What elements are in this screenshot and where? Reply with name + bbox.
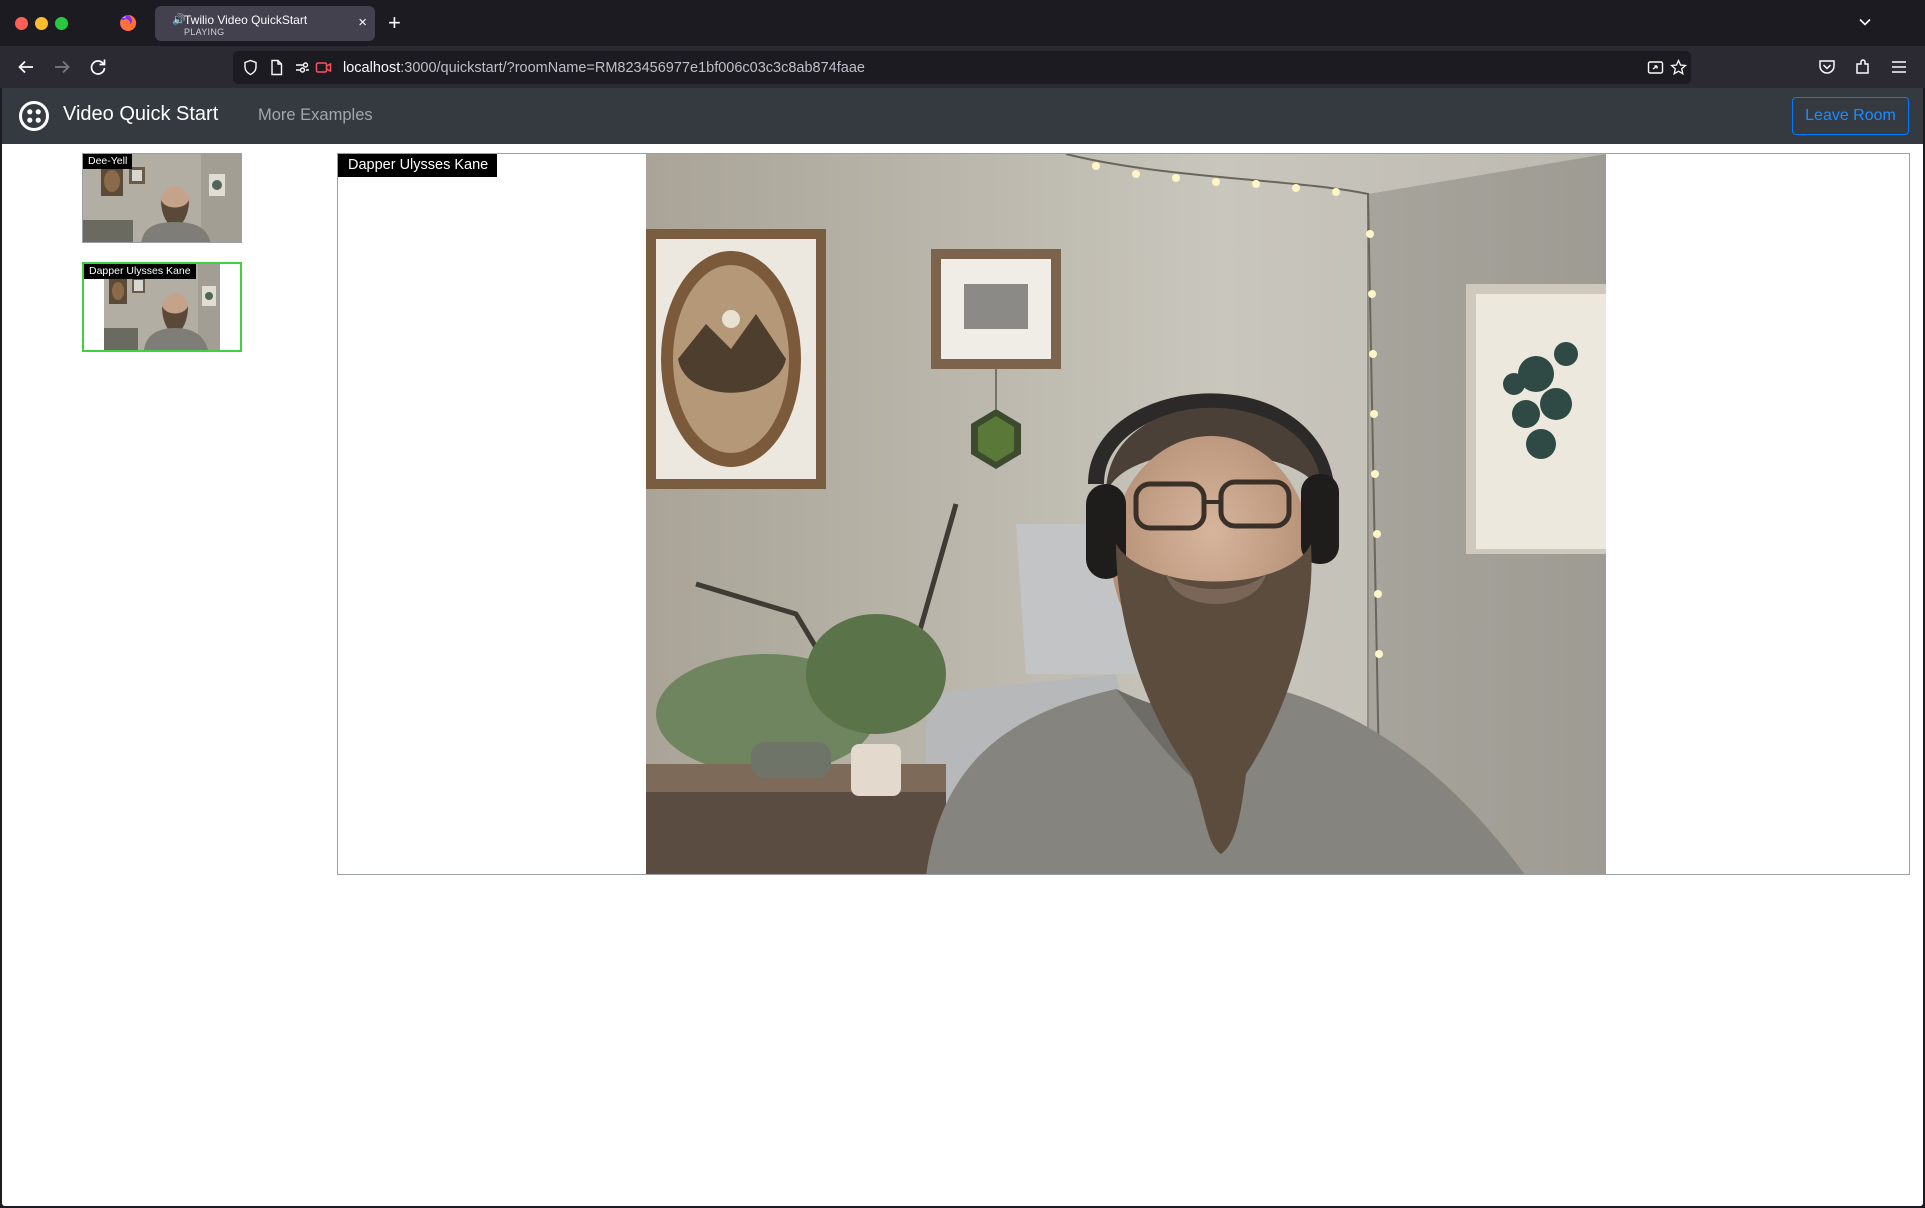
tab-title: Twilio Video QuickStart xyxy=(184,13,308,27)
url-text[interactable]: localhost:3000/quickstart/?roomName=RM82… xyxy=(343,60,865,76)
leave-room-button[interactable]: Leave Room xyxy=(1792,97,1909,135)
pocket-icon[interactable] xyxy=(1817,57,1837,77)
shield-icon[interactable] xyxy=(242,59,259,76)
twilio-logo-icon[interactable] xyxy=(18,100,50,132)
browser-tab[interactable]: 🔊 Twilio Video QuickStart PLAYING × xyxy=(155,6,375,41)
tab-close-icon[interactable]: × xyxy=(358,13,367,33)
participant-name-label: Dee-Yell xyxy=(83,154,133,169)
tab-playing-status: PLAYING xyxy=(184,27,225,37)
navigation-toolbar: localhost:3000/quickstart/?roomName=RM82… xyxy=(0,46,1925,88)
bookmark-star-icon[interactable] xyxy=(1670,59,1687,76)
tab-bar: 🔊 Twilio Video QuickStart PLAYING × + xyxy=(0,0,1925,46)
page-content: Video Quick Start More Examples Leave Ro… xyxy=(2,88,1923,1206)
forward-arrow-icon[interactable] xyxy=(51,56,73,78)
zoom-window-button[interactable] xyxy=(55,17,68,30)
chevron-down-icon[interactable] xyxy=(1857,14,1873,30)
page-icon[interactable] xyxy=(268,59,285,76)
minimize-window-button[interactable] xyxy=(35,17,48,30)
browser-window: 🔊 Twilio Video QuickStart PLAYING × + lo… xyxy=(0,0,1925,1208)
app-brand[interactable]: Video Quick Start xyxy=(63,103,218,126)
main-video-container: Dapper Ulysses Kane xyxy=(337,153,1910,875)
more-examples-link[interactable]: More Examples xyxy=(258,106,373,125)
close-window-button[interactable] xyxy=(15,17,28,30)
participant-thumbnail-active[interactable]: Dapper Ulysses Kane xyxy=(82,262,242,352)
back-arrow-icon[interactable] xyxy=(15,56,37,78)
participant-thumbnail[interactable]: Dee-Yell xyxy=(82,153,242,243)
main-participant-label: Dapper Ulysses Kane xyxy=(338,154,498,177)
url-host: localhost xyxy=(343,60,401,76)
permissions-icon[interactable] xyxy=(294,59,311,76)
reload-icon[interactable] xyxy=(87,56,109,78)
screen-share-icon[interactable] xyxy=(1647,59,1664,76)
firefox-icon xyxy=(120,14,137,31)
app-navbar: Video Quick Start More Examples Leave Ro… xyxy=(2,88,1923,144)
participant-name-label: Dapper Ulysses Kane xyxy=(84,264,196,279)
menu-icon[interactable] xyxy=(1889,57,1909,77)
address-bar[interactable]: localhost:3000/quickstart/?roomName=RM82… xyxy=(233,51,1691,84)
main-participant-video xyxy=(646,154,1606,874)
url-path: :3000/quickstart/?roomName=RM823456977e1… xyxy=(400,60,865,76)
camera-sharing-icon[interactable] xyxy=(315,59,332,76)
extensions-icon[interactable] xyxy=(1853,57,1873,77)
new-tab-button[interactable]: + xyxy=(388,10,401,36)
